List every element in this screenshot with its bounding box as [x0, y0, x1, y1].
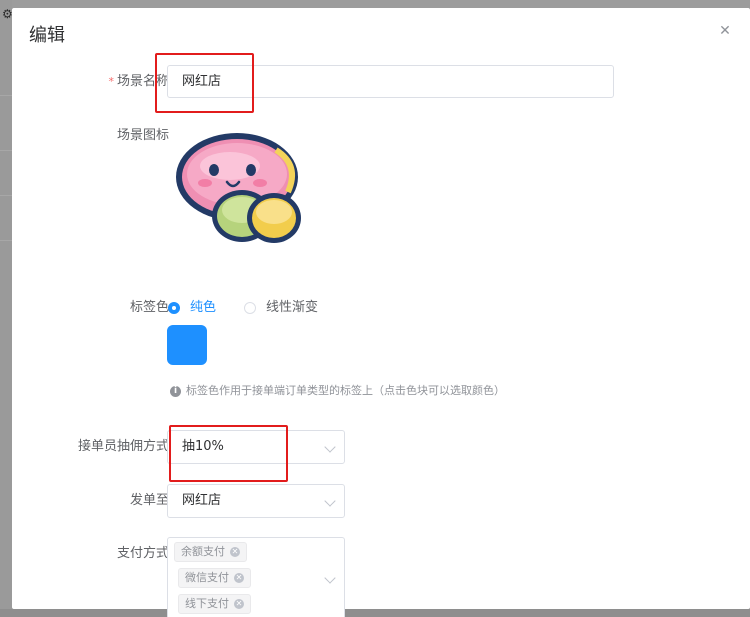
tag-color-hint: i 标签色作用于接单端订单类型的标签上（点击色块可以选取颜色）	[170, 384, 505, 398]
payment-tag: 余额支付 ✕	[174, 542, 247, 562]
close-icon[interactable]: ✕	[718, 24, 732, 38]
payment-tag: 微信支付 ✕	[178, 568, 251, 588]
send-to-value: 网红店	[182, 493, 222, 508]
tag-close-icon[interactable]: ✕	[234, 599, 244, 609]
background-page-left-edge: ⚙	[0, 0, 13, 609]
scene-name-value: 网红店	[182, 74, 222, 89]
edit-dialog: 编辑 ✕ * 场景名称 网红店 场景图标 标签色 纯色 线性渐变 i 标签色作用…	[12, 8, 750, 617]
payment-tag: 线下支付 ✕	[178, 594, 251, 614]
required-mark: *	[108, 75, 114, 88]
tag-close-icon[interactable]: ✕	[234, 573, 244, 583]
tag-color-label: 标签色	[129, 300, 169, 315]
color-swatch[interactable]	[167, 325, 207, 365]
background-page-top	[12, 0, 750, 8]
radio-dot	[168, 302, 180, 314]
chevron-down-icon	[324, 572, 336, 584]
chevron-down-icon	[324, 495, 336, 507]
scene-name-label: * 场景名称	[108, 74, 169, 89]
macaron-icon	[176, 133, 301, 243]
radio-dot	[244, 302, 256, 314]
commission-select[interactable]: 抽10%	[167, 430, 345, 464]
background-row-divider	[0, 150, 12, 151]
scene-icon-label: 场景图标	[116, 128, 169, 143]
chevron-down-icon	[324, 441, 336, 453]
background-row-divider	[0, 195, 12, 196]
send-to-label: 发单至	[129, 493, 169, 508]
background-row-divider	[0, 240, 12, 241]
radio-solid-color[interactable]: 纯色	[168, 300, 216, 316]
commission-label: 接单员抽佣方式	[77, 439, 169, 454]
payment-label: 支付方式	[116, 546, 169, 561]
background-row-divider	[0, 95, 12, 96]
send-to-select[interactable]: 网红店	[167, 484, 345, 518]
dialog-title: 编辑	[29, 25, 65, 46]
scene-icon-image[interactable]	[172, 130, 307, 245]
tag-close-icon[interactable]: ✕	[230, 547, 240, 557]
info-icon: i	[170, 385, 181, 397]
commission-value: 抽10%	[182, 439, 224, 454]
radio-linear-gradient[interactable]: 线性渐变	[244, 300, 318, 316]
scene-name-input[interactable]: 网红店	[167, 65, 614, 98]
